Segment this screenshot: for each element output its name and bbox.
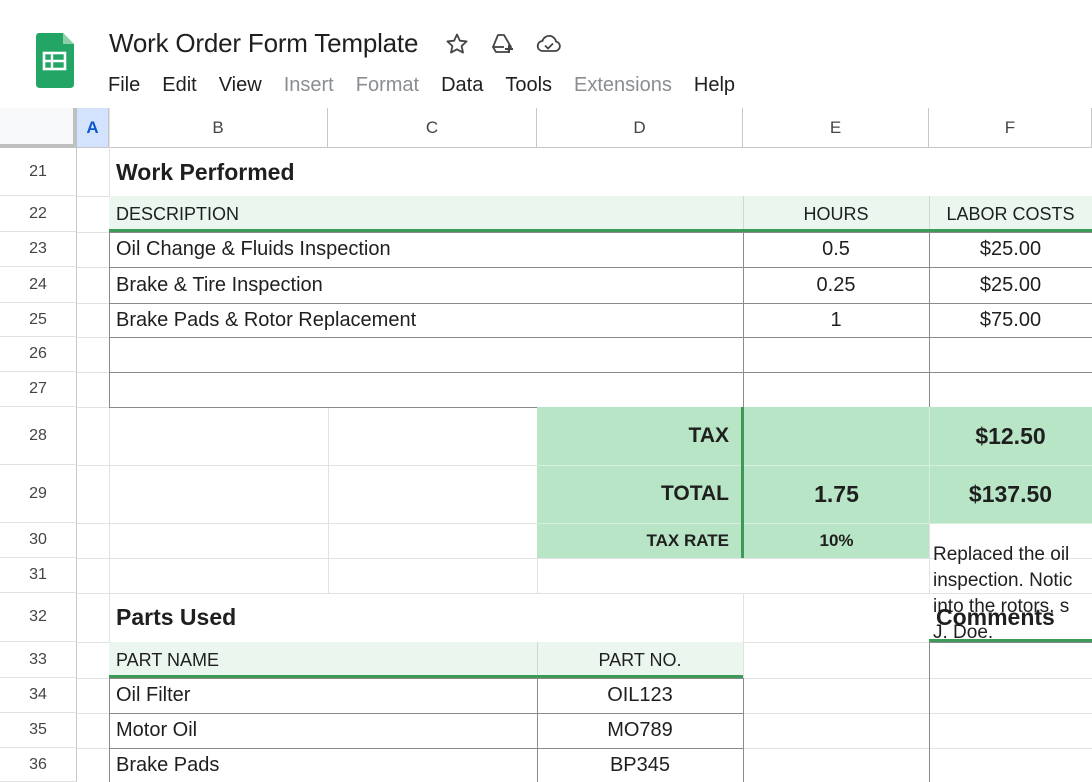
header-hours[interactable]: HOURS	[743, 196, 929, 232]
menu-bar: File Edit View Insert Format Data Tools …	[108, 72, 757, 98]
work-item-hours[interactable]: 1	[743, 303, 929, 337]
total-hours[interactable]: 1.75	[744, 465, 929, 523]
document-title[interactable]: Work Order Form Template	[109, 28, 418, 59]
menu-edit[interactable]: Edit	[162, 72, 196, 98]
header-part-number[interactable]: PART NO.	[537, 642, 743, 678]
column-header-d[interactable]: D	[537, 108, 743, 148]
column-header-e[interactable]: E	[743, 108, 929, 148]
tax-rate-value[interactable]: 10%	[744, 523, 929, 558]
work-item-labor[interactable]: $25.00	[929, 267, 1092, 303]
row-header[interactable]: 36	[0, 748, 77, 782]
column-header-f[interactable]: F	[929, 108, 1092, 148]
total-label[interactable]: TOTAL	[537, 465, 741, 523]
work-performed-title[interactable]: Work Performed	[109, 148, 743, 196]
row-header[interactable]: 23	[0, 232, 77, 267]
work-item-description[interactable]: Brake Pads & Rotor Replacement	[109, 303, 743, 337]
part-name[interactable]: Brake Pads	[109, 748, 537, 782]
row-header[interactable]: 25	[0, 303, 77, 337]
menu-data[interactable]: Data	[441, 72, 483, 98]
row-header[interactable]: 28	[0, 407, 77, 465]
row-header[interactable]: 24	[0, 267, 77, 303]
sheets-logo-icon[interactable]	[36, 33, 74, 88]
header-description[interactable]: DESCRIPTION	[109, 196, 743, 232]
tax-rate-label[interactable]: TAX RATE	[537, 523, 741, 558]
star-icon[interactable]	[444, 31, 470, 57]
menu-help[interactable]: Help	[694, 72, 735, 98]
row-header[interactable]: 35	[0, 713, 77, 748]
row-header[interactable]: 21	[0, 148, 77, 196]
part-number[interactable]: MO789	[537, 713, 743, 748]
part-name[interactable]: Motor Oil	[109, 713, 537, 748]
work-item-empty[interactable]	[109, 337, 744, 373]
parts-used-title[interactable]: Parts Used	[109, 593, 537, 642]
menu-view[interactable]: View	[219, 72, 262, 98]
select-all-corner[interactable]	[0, 108, 77, 148]
column-header-c[interactable]: C	[328, 108, 537, 148]
header-part-name[interactable]: PART NAME	[109, 642, 537, 678]
drive-move-icon[interactable]	[490, 31, 516, 57]
row-header[interactable]: 32	[0, 593, 77, 642]
work-item-empty[interactable]	[929, 337, 1092, 373]
menu-insert[interactable]: Insert	[284, 72, 334, 98]
column-header-a[interactable]: A	[77, 108, 109, 148]
work-item-empty[interactable]	[743, 372, 930, 408]
header-labor-costs[interactable]: LABOR COSTS	[929, 196, 1092, 232]
part-number[interactable]: BP345	[537, 748, 743, 782]
row-header[interactable]: 22	[0, 196, 77, 232]
menu-extensions[interactable]: Extensions	[574, 72, 672, 98]
work-item-description[interactable]: Brake & Tire Inspection	[109, 267, 743, 303]
tax-label[interactable]: TAX	[537, 407, 741, 465]
menu-file[interactable]: File	[108, 72, 140, 98]
work-item-labor[interactable]: $25.00	[929, 232, 1092, 267]
row-header[interactable]: 26	[0, 337, 77, 372]
row-header[interactable]: 30	[0, 523, 77, 558]
row-header[interactable]: 33	[0, 642, 77, 678]
cloud-saved-icon[interactable]	[536, 31, 562, 57]
row-header[interactable]: 31	[0, 558, 77, 593]
column-header-b[interactable]: B	[109, 108, 328, 148]
work-item-empty[interactable]	[109, 372, 744, 408]
part-number[interactable]: OIL123	[537, 678, 743, 713]
work-item-labor[interactable]: $75.00	[929, 303, 1092, 337]
work-item-empty[interactable]	[929, 372, 1092, 408]
app-header: Work Order Form Template File Edit View …	[0, 0, 1092, 108]
tax-value[interactable]: $12.50	[929, 407, 1092, 465]
work-item-empty[interactable]	[743, 337, 930, 373]
row-header[interactable]: 34	[0, 678, 77, 713]
total-value[interactable]: $137.50	[929, 465, 1092, 523]
work-item-hours[interactable]: 0.25	[743, 267, 929, 303]
comments-box[interactable]	[929, 642, 1092, 782]
comments-text[interactable]: Replaced the oil inspection. Notic into …	[933, 542, 1092, 646]
part-name[interactable]: Oil Filter	[109, 678, 537, 713]
row-header[interactable]: 29	[0, 465, 77, 523]
menu-format[interactable]: Format	[356, 72, 419, 98]
work-item-hours[interactable]: 0.5	[743, 232, 929, 267]
work-item-description[interactable]: Oil Change & Fluids Inspection	[109, 232, 743, 267]
spreadsheet-grid[interactable]: A B C D E F 21 22 23 24 25 26 27 28 29 3…	[0, 108, 1092, 782]
row-header[interactable]: 27	[0, 372, 77, 407]
menu-tools[interactable]: Tools	[505, 72, 552, 98]
